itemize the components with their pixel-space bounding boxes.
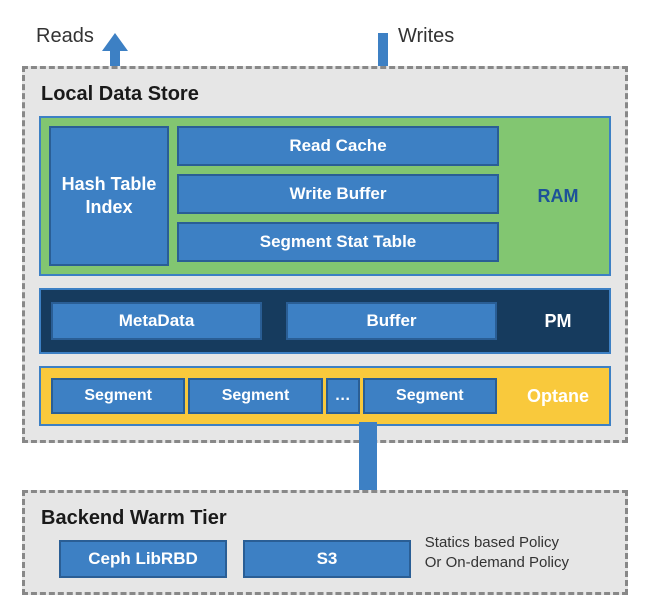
hash-table-index: Hash Table Index: [49, 126, 169, 266]
reads-label: Reads: [36, 25, 94, 48]
local-data-store: Local Data Store Hash Table Index Read C…: [0, 66, 650, 443]
local-store-title: Local Data Store: [41, 83, 611, 106]
backend-warm-tier: Backend Warm Tier Ceph LibRBD S3 Statics…: [0, 490, 650, 595]
segment-ellipsis: …: [326, 378, 360, 414]
ceph-librbd-box: Ceph LibRBD: [59, 540, 227, 578]
policy-note: Statics based Policy Or On-demand Policy: [425, 533, 569, 572]
warm-tier-container: Backend Warm Tier Ceph LibRBD S3 Statics…: [22, 490, 628, 595]
segment-stat-table: Segment Stat Table: [177, 222, 499, 262]
ram-label: RAM: [507, 118, 609, 274]
segment-box: Segment: [51, 378, 185, 414]
policy-line-1: Statics based Policy: [425, 533, 569, 553]
ram-tier: Hash Table Index Read Cache Write Buffer…: [39, 116, 611, 276]
segment-box: Segment: [363, 378, 497, 414]
buffer-box: Buffer: [286, 302, 497, 340]
segment-box: Segment: [188, 378, 322, 414]
writes-label: Writes: [398, 25, 454, 48]
warm-tier-title: Backend Warm Tier: [41, 507, 611, 530]
pm-tier: MetaData Buffer PM: [39, 288, 611, 354]
optane-tier: Segment Segment … Segment Optane: [39, 366, 611, 426]
ram-body: Hash Table Index Read Cache Write Buffer…: [41, 118, 507, 274]
s3-box: S3: [243, 540, 411, 578]
metadata-box: MetaData: [51, 302, 262, 340]
optane-label: Optane: [507, 368, 609, 424]
read-cache: Read Cache: [177, 126, 499, 166]
hash-table-label: Hash Table Index: [51, 173, 167, 220]
policy-line-2: Or On-demand Policy: [425, 553, 569, 573]
pm-label: PM: [507, 290, 609, 352]
pm-body: MetaData Buffer: [41, 290, 507, 352]
ram-right-stack: Read Cache Write Buffer Segment Stat Tab…: [177, 126, 499, 266]
optane-body: Segment Segment … Segment: [41, 368, 507, 424]
segment-row: Segment Segment … Segment: [51, 378, 497, 414]
write-buffer: Write Buffer: [177, 174, 499, 214]
local-store-container: Local Data Store Hash Table Index Read C…: [22, 66, 628, 443]
